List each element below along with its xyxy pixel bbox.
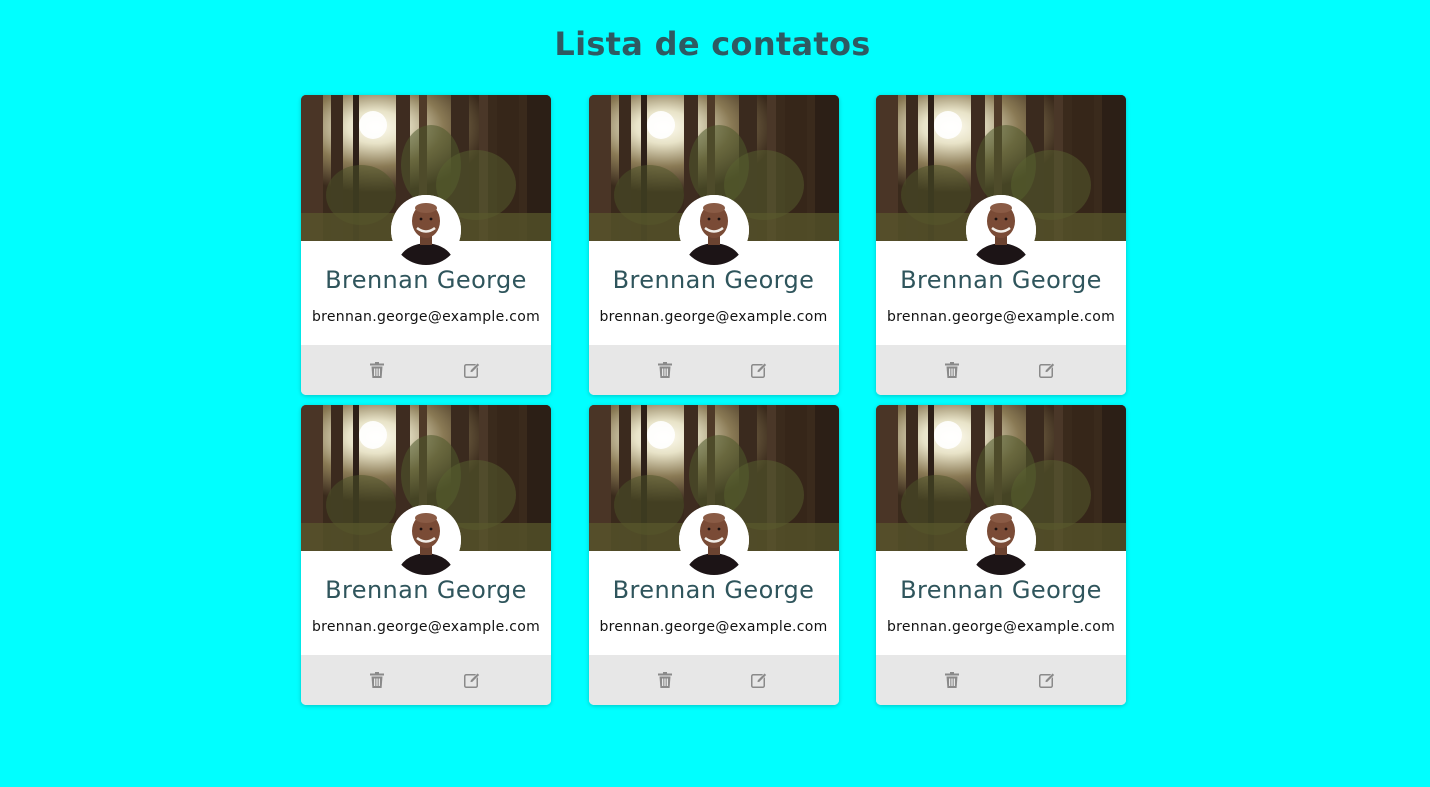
contact-name: Brennan George xyxy=(612,266,815,294)
contact-card: Brennan George brennan.george@example.co… xyxy=(301,405,551,705)
card-actions xyxy=(876,655,1126,705)
contact-name: Brennan George xyxy=(612,576,815,604)
delete-button[interactable] xyxy=(653,668,677,692)
delete-button[interactable] xyxy=(940,358,964,382)
avatar xyxy=(391,195,461,265)
trash-icon xyxy=(657,672,672,688)
contact-card: Brennan George brennan.george@example.co… xyxy=(588,95,839,395)
trash-icon xyxy=(945,362,959,378)
contact-name: Brennan George xyxy=(900,266,1102,294)
delete-button[interactable] xyxy=(940,668,964,692)
card-actions xyxy=(301,345,551,395)
edit-button[interactable] xyxy=(460,358,484,382)
contact-card: Brennan George brennan.george@example.co… xyxy=(301,95,551,395)
contact-email: brennan.george@example.com xyxy=(599,619,828,635)
contact-card: Brennan George brennan.george@example.co… xyxy=(876,95,1126,395)
edit-button[interactable] xyxy=(460,668,484,692)
edit-icon xyxy=(463,362,480,378)
edit-button[interactable] xyxy=(1035,668,1059,692)
edit-icon xyxy=(751,672,768,688)
delete-button[interactable] xyxy=(365,358,389,382)
edit-icon xyxy=(1038,362,1055,378)
edit-button[interactable] xyxy=(748,668,772,692)
contact-email: brennan.george@example.com xyxy=(886,619,1116,635)
edit-icon xyxy=(463,672,480,688)
contact-email: brennan.george@example.com xyxy=(599,309,828,325)
card-actions xyxy=(301,655,551,705)
card-actions xyxy=(588,345,839,395)
avatar xyxy=(678,505,749,575)
contact-email: brennan.george@example.com xyxy=(886,309,1116,325)
avatar xyxy=(678,195,749,265)
contact-name: Brennan George xyxy=(900,576,1102,604)
edit-icon xyxy=(1038,672,1055,688)
contact-name: Brennan George xyxy=(325,576,527,604)
card-actions xyxy=(876,345,1126,395)
avatar xyxy=(966,195,1036,265)
trash-icon xyxy=(370,362,384,378)
edit-icon xyxy=(751,362,768,378)
contact-email: brennan.george@example.com xyxy=(311,619,541,635)
trash-icon xyxy=(370,672,384,688)
delete-button[interactable] xyxy=(653,358,677,382)
trash-icon xyxy=(657,362,672,378)
contact-card: Brennan George brennan.george@example.co… xyxy=(876,405,1126,705)
contact-card: Brennan George brennan.george@example.co… xyxy=(588,405,839,705)
contact-email: brennan.george@example.com xyxy=(311,309,541,325)
trash-icon xyxy=(945,672,959,688)
edit-button[interactable] xyxy=(1035,358,1059,382)
edit-button[interactable] xyxy=(748,358,772,382)
contact-name: Brennan George xyxy=(325,266,527,294)
avatar xyxy=(966,505,1036,575)
delete-button[interactable] xyxy=(365,668,389,692)
avatar xyxy=(391,505,461,575)
card-actions xyxy=(588,655,839,705)
contact-grid: Brennan George brennan.george@example.co… xyxy=(301,95,1127,705)
page-title: Lista de contatos xyxy=(554,25,871,63)
